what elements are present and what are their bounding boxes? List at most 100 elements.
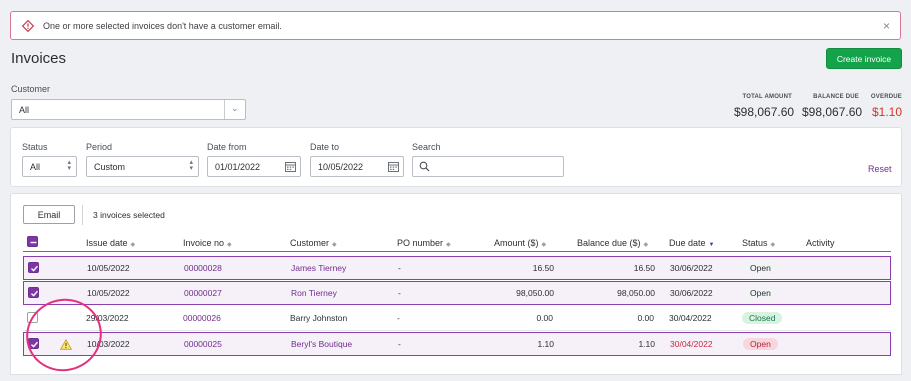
col-status-label: Status <box>742 238 768 248</box>
po-number-cell: - <box>398 263 401 273</box>
checkbox-icon <box>30 241 37 244</box>
balance-due-value: $98,067.60 <box>802 105 863 119</box>
due-date-cell: 30/06/2022 <box>670 288 713 298</box>
sort-icon: ◆ <box>130 242 136 248</box>
total-amount-label: TOTAL AMOUNT <box>742 94 792 100</box>
date-to-value: 10/05/2022 <box>318 162 364 172</box>
status-filter[interactable]: All ▴ ▾ <box>22 156 77 177</box>
customer-label: Customer <box>11 84 51 94</box>
sort-icon: ◆ <box>446 242 451 248</box>
period-filter[interactable]: Custom ▴ ▾ <box>86 156 199 177</box>
table-row[interactable]: 29/03/2022 00000026 Barry Johnston - 0.0… <box>23 307 891 331</box>
col-amount[interactable]: Amount ($) ◆ <box>494 238 546 248</box>
calendar-icon[interactable] <box>388 161 399 172</box>
table-header: Issue date ◆ Invoice no ◆ Customer ◆ PO num… <box>23 232 891 252</box>
checkbox-icon <box>31 290 39 297</box>
date-to-field[interactable]: 10/05/2022 <box>310 156 404 177</box>
date-from-field[interactable]: 01/01/2022 <box>207 156 301 177</box>
period-filter-label: Period <box>86 142 113 152</box>
po-number-cell: - <box>398 339 401 349</box>
status-filter-value: All <box>30 162 41 172</box>
customer-link[interactable]: Ron Tierney <box>291 288 337 298</box>
table-row[interactable]: 10/05/2022 00000027 Ron Tierney - 98,050… <box>23 281 891 305</box>
search-label: Search <box>412 142 441 152</box>
col-status[interactable]: Status ◆ <box>742 238 775 248</box>
status-filter-label: Status <box>22 142 48 152</box>
status-badge: Open <box>743 262 778 274</box>
status-badge: Open <box>743 287 778 299</box>
alert-message: One or more selected invoices don't have… <box>43 21 282 31</box>
balance-due-cell: 0.00 <box>637 313 654 323</box>
reset-link[interactable]: Reset <box>868 164 892 174</box>
col-customer[interactable]: Customer ◆ <box>290 238 337 248</box>
customer-value: All <box>19 105 30 115</box>
invoice-no-link[interactable]: 00000026 <box>183 313 221 323</box>
checkbox-icon <box>31 265 39 272</box>
col-due-date[interactable]: Due date ▼ <box>669 238 714 248</box>
col-balance-due[interactable]: Balance due ($) ◆ <box>577 238 648 248</box>
date-to-label: Date to <box>310 142 340 152</box>
customer-link[interactable]: James Tierney <box>291 263 346 273</box>
search-input[interactable] <box>412 156 564 177</box>
balance-due-label: BALANCE DUE <box>813 94 859 100</box>
sort-icon: ◆ <box>770 242 776 248</box>
col-balance-due-label: Balance due ($) <box>577 238 641 248</box>
select-all-checkbox[interactable] <box>27 236 38 247</box>
email-button[interactable]: Email <box>23 205 75 224</box>
alert-icon <box>22 20 34 32</box>
close-icon[interactable]: × <box>883 19 890 33</box>
col-issue-date[interactable]: Issue date ◆ <box>86 238 135 248</box>
create-invoice-button[interactable]: Create invoice <box>826 48 902 69</box>
amount-cell: 1.10 <box>537 339 554 349</box>
amount-cell: 16.50 <box>532 263 554 273</box>
sort-icon: ▴ ▾ <box>189 159 193 172</box>
col-due-date-label: Due date <box>669 238 706 248</box>
calendar-icon[interactable] <box>285 161 296 172</box>
sort-icon: ◆ <box>541 242 547 248</box>
row-checkbox[interactable] <box>28 287 39 298</box>
balance-due-cell: 1.10 <box>638 339 655 349</box>
due-date-cell: 30/06/2022 <box>670 263 713 273</box>
col-issue-date-label: Issue date <box>86 238 128 248</box>
filter-panel: Status All ▴ ▾ Period Custom ▴ ▾ Date from… <box>10 127 902 187</box>
issue-date-cell: 10/05/2022 <box>87 288 130 298</box>
col-po-number-label: PO number <box>397 238 444 248</box>
invoice-no-link[interactable]: 00000027 <box>184 288 222 298</box>
customer-cell: Barry Johnston <box>290 313 348 323</box>
balance-due-cell: 16.50 <box>633 263 655 273</box>
po-number-cell: - <box>398 288 401 298</box>
total-amount: TOTAL AMOUNT $98,067.60 <box>734 94 795 119</box>
invoice-no-link[interactable]: 00000025 <box>184 339 222 349</box>
sort-icon: ▴ ▾ <box>67 159 71 172</box>
due-date-cell: 30/04/2022 <box>670 339 713 349</box>
col-po-number[interactable]: PO number ◆ <box>397 238 451 248</box>
col-activity: Activity <box>806 238 835 248</box>
invoice-table-panel: Email 3 invoices selected Issue date ◆ In… <box>10 193 902 375</box>
overdue-label: OVERDUE <box>870 94 902 100</box>
col-amount-label: Amount ($) <box>494 238 539 248</box>
balance-due-cell: 98,050.00 <box>617 288 655 298</box>
row-checkbox[interactable] <box>28 262 39 273</box>
sort-icon: ◆ <box>332 242 337 248</box>
total-amount-value: $98,067.60 <box>734 105 795 119</box>
period-filter-value: Custom <box>94 162 126 172</box>
sort-icon: ▼ <box>708 242 715 248</box>
invoice-no-link[interactable]: 00000028 <box>184 263 222 273</box>
customer-link[interactable]: Beryl's Boutique <box>291 339 352 349</box>
overdue-total: OVERDUE $1.10 <box>866 94 902 119</box>
table-row[interactable]: 10/03/2022 00000025 Beryl's Boutique - 1… <box>23 332 891 356</box>
chevron-down-icon[interactable]: ⌄ <box>231 103 239 114</box>
overdue-value: $1.10 <box>871 105 902 119</box>
page-title: Invoices <box>11 50 67 67</box>
alert-banner: One or more selected invoices don't have… <box>10 11 901 40</box>
search-icon <box>419 161 430 172</box>
col-invoice-no[interactable]: Invoice no ◆ <box>183 238 232 248</box>
toolbar-divider <box>82 205 83 225</box>
sort-icon: ◆ <box>227 242 232 248</box>
date-from-label: Date from <box>207 142 247 152</box>
amount-cell: 98,050.00 <box>516 288 554 298</box>
customer-select[interactable]: All ⌄ <box>11 99 246 120</box>
select-divider <box>224 100 225 119</box>
selection-count: 3 invoices selected <box>93 210 165 220</box>
table-row[interactable]: 10/05/2022 00000028 James Tierney - 16.5… <box>23 256 891 280</box>
